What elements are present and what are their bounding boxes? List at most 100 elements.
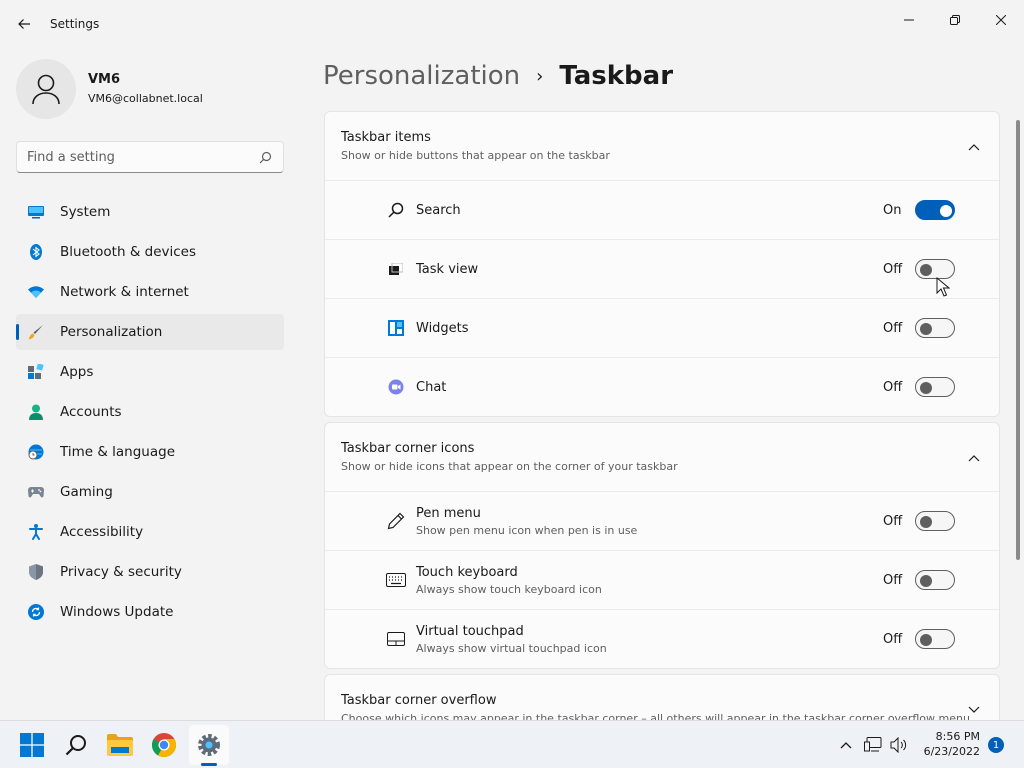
sidebar-item-bluetooth[interactable]: Bluetooth & devices <box>16 234 284 270</box>
search-input[interactable] <box>27 149 257 165</box>
section-subtitle: Show or hide buttons that appear on the … <box>341 149 610 162</box>
chevron-up-icon[interactable] <box>967 451 981 465</box>
minimize-icon <box>904 19 914 21</box>
app-title: Settings <box>50 17 100 31</box>
sidebar-item-privacy[interactable]: Privacy & security <box>16 554 284 590</box>
gamepad-icon <box>28 484 44 500</box>
person-icon <box>28 404 44 420</box>
sidebar-item-label: Windows Update <box>60 604 174 620</box>
section-title: Taskbar items <box>341 130 431 145</box>
search-icon <box>386 200 406 220</box>
minimize-button[interactable] <box>886 4 932 36</box>
network-tray-button[interactable] <box>862 733 884 757</box>
pen-menu-toggle[interactable] <box>915 511 955 531</box>
chevron-up-icon[interactable] <box>967 140 981 154</box>
setting-label: Widgets <box>416 320 469 336</box>
touch-keyboard-toggle[interactable] <box>915 570 955 590</box>
avatar <box>16 59 76 119</box>
setting-label: Task view <box>416 261 479 277</box>
toggle-state-text: On <box>883 202 902 218</box>
corner-overflow-header[interactable]: Taskbar corner overflow Choose which ico… <box>325 675 999 720</box>
breadcrumb-parent[interactable]: Personalization <box>323 61 520 91</box>
chat-icon <box>386 377 406 397</box>
sidebar-nav: System Bluetooth & devices Network & int… <box>16 194 284 634</box>
accessibility-icon <box>28 524 44 540</box>
pen-icon <box>386 511 406 531</box>
user-name: VM6 <box>88 72 121 87</box>
clock-globe-icon <box>28 444 44 460</box>
setting-label: Search <box>416 202 461 218</box>
setting-description: Show pen menu icon when pen is in use <box>416 523 638 537</box>
volume-tray-button[interactable] <box>888 733 910 757</box>
sidebar-item-network[interactable]: Network & internet <box>16 274 284 310</box>
sidebar-item-label: Accounts <box>60 404 122 420</box>
page-title: Taskbar <box>559 61 674 91</box>
task-view-toggle[interactable] <box>915 259 955 279</box>
sidebar-item-label: Time & language <box>60 444 176 460</box>
widgets-toggle[interactable] <box>915 318 955 338</box>
person-avatar-icon <box>32 74 60 105</box>
chrome-button[interactable] <box>144 725 184 765</box>
brush-icon <box>28 324 44 340</box>
search-toggle[interactable] <box>915 200 955 220</box>
close-button[interactable] <box>978 4 1024 36</box>
sidebar-item-personalization[interactable]: Personalization <box>16 314 284 350</box>
user-profile[interactable]: VM6 VM6@collabnet.local <box>16 57 286 119</box>
setting-row-virtual-touchpad: Virtual touchpad Always show virtual tou… <box>325 609 999 668</box>
volume-icon <box>890 737 907 753</box>
sidebar-item-label: System <box>60 204 111 220</box>
settings-app-button[interactable] <box>189 725 229 765</box>
taskbar-search-button[interactable] <box>56 725 96 765</box>
sidebar-item-label: Apps <box>60 364 94 380</box>
search-icon[interactable] <box>257 149 273 165</box>
clock-date: 6/23/2022 <box>923 745 980 758</box>
sidebar-item-time-language[interactable]: Time & language <box>16 434 284 470</box>
toggle-state-text: Off <box>883 513 903 529</box>
corner-icons-header[interactable]: Taskbar corner icons Show or hide icons … <box>325 423 999 491</box>
setting-label: Virtual touchpad <box>416 623 524 639</box>
chevron-down-icon[interactable] <box>967 703 981 717</box>
clock-time: 8:56 PM <box>935 730 980 743</box>
gear-icon <box>198 734 220 756</box>
clock[interactable]: 8:56 PM 6/23/2022 <box>918 729 980 759</box>
sidebar-item-system[interactable]: System <box>16 194 284 230</box>
sidebar-item-label: Personalization <box>60 324 163 340</box>
toggle-state-text: Off <box>883 320 903 336</box>
taskbar: 8:56 PM 6/23/2022 1 <box>0 720 1024 768</box>
sidebar-item-apps[interactable]: Apps <box>16 354 284 390</box>
taskbar-items-section: Taskbar items Show or hide buttons that … <box>324 111 1000 417</box>
virtual-touchpad-toggle[interactable] <box>915 629 955 649</box>
setting-label: Chat <box>416 379 447 395</box>
sidebar-item-accessibility[interactable]: Accessibility <box>16 514 284 550</box>
sidebar-item-label: Gaming <box>60 484 113 500</box>
corner-overflow-section: Taskbar corner overflow Choose which ico… <box>324 674 1000 720</box>
scrollbar[interactable] <box>1016 120 1020 560</box>
settings-content: Taskbar items Show or hide buttons that … <box>324 111 1000 720</box>
sidebar-item-accounts[interactable]: Accounts <box>16 394 284 430</box>
chevron-up-icon <box>840 742 852 749</box>
file-explorer-button[interactable] <box>100 725 140 765</box>
touchpad-icon <box>386 629 406 649</box>
chat-toggle[interactable] <box>915 377 955 397</box>
chrome-icon <box>152 733 176 757</box>
keyboard-icon <box>386 570 406 590</box>
start-button[interactable] <box>12 725 52 765</box>
search-box[interactable] <box>16 141 284 173</box>
setting-row-search: Search On <box>325 180 999 239</box>
sidebar-item-windows-update[interactable]: Windows Update <box>16 594 284 630</box>
maximize-button[interactable] <box>932 4 978 36</box>
taskbar-items-header[interactable]: Taskbar items Show or hide buttons that … <box>325 112 999 180</box>
show-hidden-icons-button[interactable] <box>836 733 856 757</box>
title-bar: Settings <box>0 0 1024 48</box>
setting-row-chat: Chat Off <box>325 357 999 416</box>
setting-description: Always show touch keyboard icon <box>416 582 602 596</box>
sidebar-item-gaming[interactable]: Gaming <box>16 474 284 510</box>
back-button[interactable] <box>12 12 36 36</box>
active-app-indicator <box>201 763 217 766</box>
network-icon <box>864 737 882 752</box>
back-arrow-icon <box>18 19 30 29</box>
setting-row-pen-menu: Pen menu Show pen menu icon when pen is … <box>325 491 999 550</box>
toggle-state-text: Off <box>883 379 903 395</box>
toggle-state-text: Off <box>883 572 903 588</box>
notification-badge[interactable]: 1 <box>988 737 1004 753</box>
